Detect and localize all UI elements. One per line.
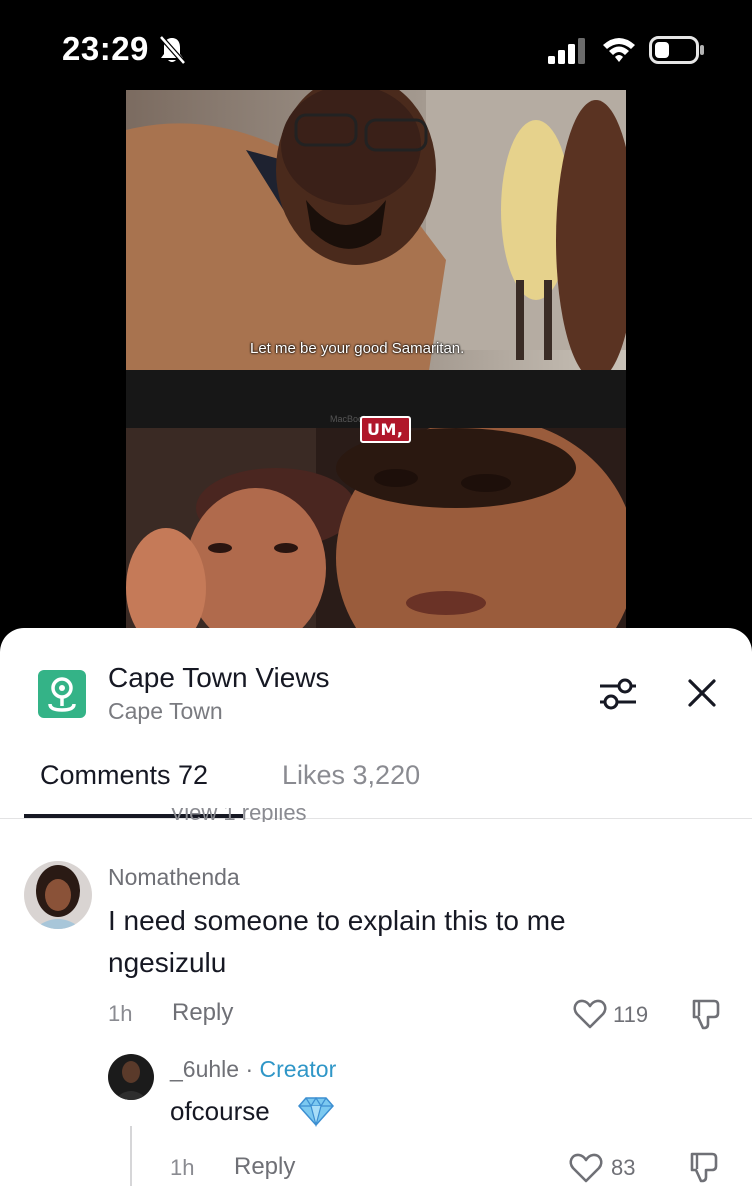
dislike-icon[interactable] xyxy=(686,1150,720,1184)
place-subtitle: Cape Town xyxy=(108,698,223,724)
reply-thread-line xyxy=(130,1126,132,1186)
heart-icon[interactable] xyxy=(573,998,607,1030)
reply-button[interactable]: Reply xyxy=(172,999,233,1027)
comment-text: I need someone to explain this to me nge… xyxy=(108,905,566,978)
dislike-icon[interactable] xyxy=(688,997,722,1031)
gem-icon xyxy=(298,1096,334,1127)
tab-likes[interactable]: Likes 3,220 xyxy=(282,760,420,791)
status-time: 23:29 xyxy=(62,30,149,67)
wifi-icon xyxy=(603,38,635,62)
heart-icon[interactable] xyxy=(569,1152,603,1184)
like-count: 119 xyxy=(613,1002,649,1027)
battery-icon xyxy=(649,36,704,64)
cellular-signal-icon xyxy=(548,38,585,64)
video-frame-woman-image xyxy=(126,428,626,630)
tab-divider xyxy=(0,818,752,819)
filter-sliders-icon[interactable] xyxy=(598,676,638,712)
like-count: 83 xyxy=(611,1155,636,1180)
view-replies-link[interactable]: View 1 replies xyxy=(170,808,307,822)
status-bar: 23:29 xyxy=(0,0,752,100)
place-title[interactable]: Cape Town Views xyxy=(108,662,330,694)
video-caption-sticker: UM, xyxy=(360,416,411,443)
video-frame-man-image xyxy=(126,90,626,430)
comment-time: 1h xyxy=(108,1001,133,1026)
avatar[interactable] xyxy=(108,1054,154,1100)
avatar[interactable] xyxy=(24,861,92,929)
reply-time: 1h xyxy=(170,1155,195,1180)
reply-button[interactable]: Reply xyxy=(234,1153,295,1181)
location-pin-icon[interactable] xyxy=(38,670,86,718)
reply-text: ofcourse xyxy=(170,1096,270,1126)
video-subtitle: Let me be your good Samaritan. xyxy=(250,340,465,357)
tab-comments[interactable]: Comments 72 xyxy=(40,760,208,791)
creator-badge: Creator xyxy=(259,1056,337,1082)
close-icon[interactable] xyxy=(686,677,718,709)
reply-username[interactable]: _6uhle · Creator xyxy=(170,1056,336,1083)
comments-sheet: Cape Town Views Cape Town Comments 72 Li… xyxy=(0,628,752,1200)
video-player[interactable]: Let me be your good Samaritan. MacBook U… xyxy=(126,90,626,630)
bell-muted-icon xyxy=(159,35,186,65)
comment-username[interactable]: Nomathenda xyxy=(108,864,240,891)
